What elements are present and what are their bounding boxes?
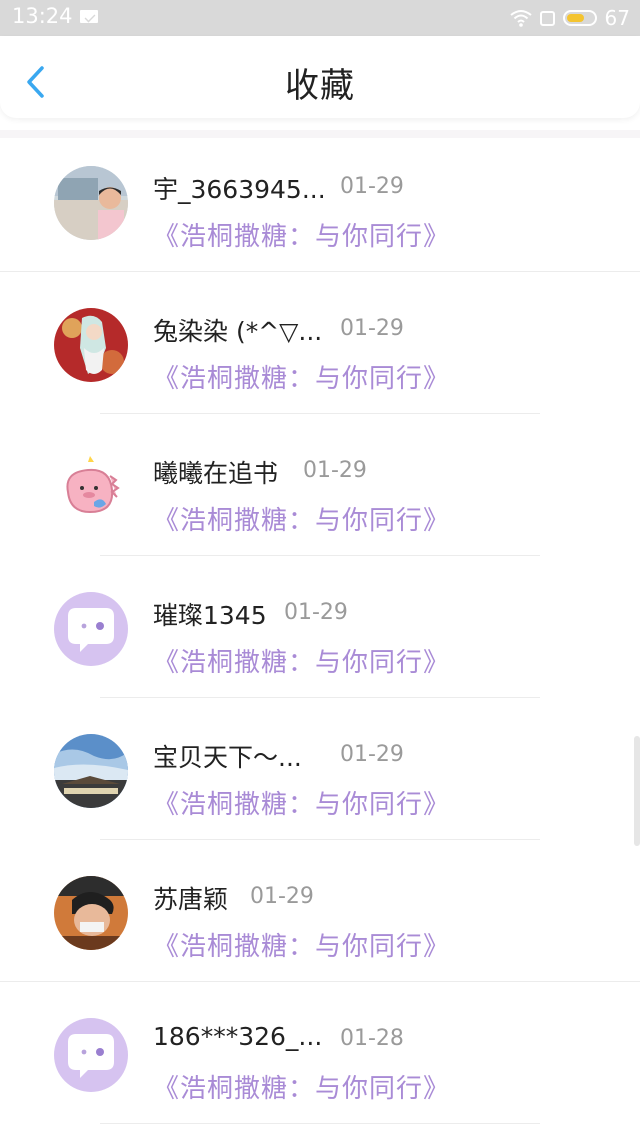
status-icons: 67: [509, 4, 630, 32]
battery-icon: [562, 10, 597, 26]
screen-icon: [539, 10, 555, 26]
battery-percent: 67: [604, 6, 630, 30]
favorite-item[interactable]: 苏唐颖 01-29 《浩桐撒糖：与你同行》: [0, 840, 640, 982]
user-name[interactable]: 宝贝天下～...: [153, 738, 302, 774]
book-title[interactable]: 《浩桐撒糖：与你同行》: [153, 926, 450, 963]
favorite-item[interactable]: 186***326_... 01-28 《浩桐撒糖：与你同行》: [0, 982, 640, 1124]
book-title[interactable]: 《浩桐撒糖：与你同行》: [153, 358, 450, 395]
photo-avatar-man[interactable]: [54, 166, 128, 240]
user-name[interactable]: 186***326_...: [153, 1022, 322, 1051]
book-title[interactable]: 《浩桐撒糖：与你同行》: [153, 500, 450, 537]
child-photo-avatar[interactable]: [54, 876, 128, 950]
favorite-item[interactable]: 宇_3663945... 01-29 《浩桐撒糖：与你同行》: [0, 130, 640, 272]
page-title: 收藏: [285, 66, 355, 106]
user-name[interactable]: 兔染染 (*^▽...: [153, 312, 322, 348]
favorite-item[interactable]: 兔染染 (*^▽... 01-29 《浩桐撒糖：与你同行》: [0, 272, 640, 414]
book-title[interactable]: 《浩桐撒糖：与你同行》: [153, 1068, 450, 1105]
user-name[interactable]: 璀璨1345: [153, 596, 267, 632]
favorite-item[interactable]: 璀璨1345 01-29 《浩桐撒糖：与你同行》: [0, 556, 640, 698]
item-date: 01-29: [340, 742, 404, 767]
row-divider: [100, 1123, 540, 1124]
user-name[interactable]: 苏唐颖: [153, 880, 228, 916]
default-chat-avatar[interactable]: [54, 1018, 128, 1092]
user-name[interactable]: 宇_3663945...: [153, 170, 326, 206]
anime-avatar[interactable]: [54, 308, 128, 382]
status-bar: 13:24 67: [0, 0, 640, 36]
item-date: 01-29: [303, 458, 367, 483]
pink-dino-avatar[interactable]: [54, 450, 128, 524]
header: 收藏: [0, 36, 640, 118]
battery-fill: [566, 14, 584, 22]
favorite-item[interactable]: 宝贝天下～... 01-29 《浩桐撒糖：与你同行》: [0, 698, 640, 840]
default-chat-avatar[interactable]: [54, 592, 128, 666]
wifi-icon: [509, 9, 532, 27]
item-date: 01-29: [250, 884, 314, 909]
item-date: 01-29: [340, 316, 404, 341]
book-title[interactable]: 《浩桐撒糖：与你同行》: [153, 216, 450, 253]
user-name[interactable]: 曦曦在追书: [153, 454, 278, 490]
scrollbar-thumb[interactable]: [634, 736, 640, 846]
item-date: 01-29: [340, 174, 404, 199]
sky-photo-avatar[interactable]: [54, 734, 128, 808]
status-time: 13:24: [12, 4, 73, 28]
book-title[interactable]: 《浩桐撒糖：与你同行》: [153, 784, 450, 821]
item-date: 01-28: [340, 1026, 404, 1051]
book-title[interactable]: 《浩桐撒糖：与你同行》: [153, 642, 450, 679]
mail-icon: [80, 10, 98, 23]
favorite-item[interactable]: 曦曦在追书 01-29 《浩桐撒糖：与你同行》: [0, 414, 640, 556]
item-date: 01-29: [284, 600, 348, 625]
